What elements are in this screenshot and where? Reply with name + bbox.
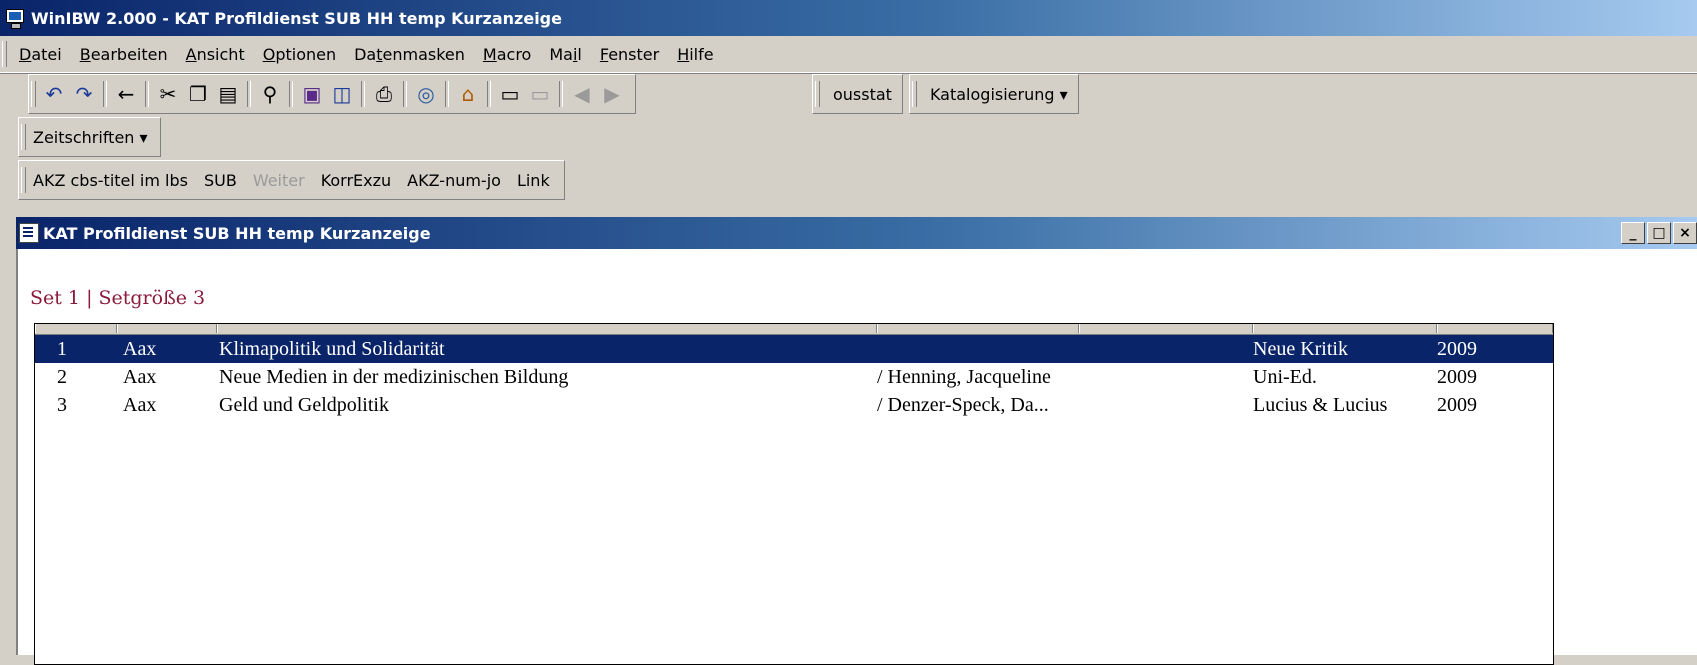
cut-icon[interactable]: ✂ bbox=[153, 79, 183, 109]
toolbar-separator bbox=[487, 81, 491, 107]
main-toolbar-row: ↶ ↷ ← ✂ ❐ ▤ ⚲ ▣ ◫ ⎙ ◎ ⌂ ▭ ▭ ◀ ▶ ousstat … bbox=[0, 74, 1697, 114]
sub-button[interactable]: SUB bbox=[196, 161, 245, 199]
window-controls: _ □ × bbox=[1619, 222, 1697, 244]
toolbar-separator bbox=[361, 81, 365, 107]
row-code: Aax bbox=[123, 394, 157, 416]
app-title: WinIBW 2.000 - KAT Profildienst SUB HH t… bbox=[31, 8, 562, 28]
row-year: 2009 bbox=[1437, 338, 1477, 360]
arrow-right-icon[interactable]: ▶ bbox=[597, 79, 627, 109]
paste-icon[interactable]: ▤ bbox=[213, 79, 243, 109]
weiter-button[interactable]: Weiter bbox=[245, 161, 313, 199]
toolbar-separator bbox=[403, 81, 407, 107]
set-info: Set 1 | Setgröße 3 bbox=[30, 287, 206, 309]
menubar-grip[interactable] bbox=[2, 41, 7, 67]
toolbar-separator bbox=[247, 81, 251, 107]
row-title: Neue Medien in der medizinischen Bildung bbox=[219, 366, 569, 388]
undo-icon[interactable]: ↶ bbox=[39, 79, 69, 109]
menu-ansicht[interactable]: Ansicht bbox=[177, 45, 254, 64]
binoculars-icon[interactable]: ⚲ bbox=[255, 79, 285, 109]
ousstat-button[interactable]: ousstat bbox=[823, 75, 902, 113]
app-titlebar[interactable]: WinIBW 2.000 - KAT Profildienst SUB HH t… bbox=[0, 0, 1697, 36]
akz-num-jo-button[interactable]: AKZ-num-jo bbox=[399, 161, 509, 199]
menu-datenmasken[interactable]: Datenmasken bbox=[345, 45, 474, 64]
row-number: 3 bbox=[57, 394, 67, 416]
row-author: / Denzer-Speck, Da... bbox=[877, 394, 1049, 416]
book-icon[interactable]: ▣ bbox=[297, 79, 327, 109]
row-author: / Henning, Jacqueline bbox=[877, 366, 1051, 388]
toolbar-grip[interactable] bbox=[31, 81, 36, 107]
child-window-title: KAT Profildienst SUB HH temp Kurzanzeige bbox=[43, 223, 431, 243]
minimize-icon[interactable]: _ bbox=[1621, 222, 1645, 244]
akz-cbs-titel-button[interactable]: AKZ cbs-titel im lbs bbox=[29, 161, 196, 199]
toolbar-separator bbox=[289, 81, 293, 107]
column-header[interactable] bbox=[1253, 324, 1437, 333]
child-window-titlebar[interactable]: KAT Profildienst SUB HH temp Kurzanzeige… bbox=[16, 217, 1697, 249]
redo-icon[interactable]: ↷ bbox=[69, 79, 99, 109]
arrow-left-icon[interactable]: ◀ bbox=[567, 79, 597, 109]
form-disabled-icon[interactable]: ▭ bbox=[525, 79, 555, 109]
toolbar-grip[interactable] bbox=[21, 167, 26, 193]
row-number: 2 bbox=[57, 366, 67, 388]
menu-mail[interactable]: Mail bbox=[540, 45, 591, 64]
column-header[interactable] bbox=[1437, 324, 1553, 333]
close-icon[interactable]: × bbox=[1673, 222, 1697, 244]
toolbar-grip[interactable] bbox=[21, 124, 26, 150]
row-publisher: Uni-Ed. bbox=[1253, 366, 1317, 388]
form-icon[interactable]: ▭ bbox=[495, 79, 525, 109]
menu-hilfe[interactable]: Hilfe bbox=[668, 45, 722, 64]
row-year: 2009 bbox=[1437, 394, 1477, 416]
table-row[interactable]: 1 Aax Klimapolitik und Solidarität Neue … bbox=[35, 335, 1553, 363]
menu-optionen[interactable]: Optionen bbox=[254, 45, 345, 64]
katalogisierung-dropdown[interactable]: Katalogisierung ▾ bbox=[920, 75, 1078, 113]
toolbar-separator bbox=[559, 81, 563, 107]
row-title: Klimapolitik und Solidarität bbox=[219, 338, 445, 360]
row-number: 1 bbox=[57, 338, 67, 360]
menu-bearbeiten[interactable]: Bearbeiten bbox=[71, 45, 177, 64]
toolbar-separator bbox=[445, 81, 449, 107]
zeitschriften-toolbar-row: Zeitschriften ▾ bbox=[0, 117, 1697, 157]
row-publisher: Lucius & Lucius bbox=[1253, 394, 1388, 416]
list-header bbox=[35, 324, 1553, 335]
maximize-icon[interactable]: □ bbox=[1647, 222, 1671, 244]
toolbar-separator bbox=[145, 81, 149, 107]
result-list[interactable]: 1 Aax Klimapolitik und Solidarität Neue … bbox=[34, 323, 1554, 665]
column-header[interactable] bbox=[877, 324, 1079, 333]
printer-icon[interactable]: ⎙ bbox=[369, 79, 399, 109]
column-header[interactable] bbox=[117, 324, 217, 333]
menu-macro[interactable]: Macro bbox=[474, 45, 540, 64]
row-code: Aax bbox=[123, 366, 157, 388]
row-title: Geld und Geldpolitik bbox=[219, 394, 389, 416]
document-icon bbox=[19, 223, 39, 243]
row-publisher: Neue Kritik bbox=[1253, 338, 1348, 360]
menu-fenster[interactable]: Fenster bbox=[591, 45, 668, 64]
ousstat-toolbar: ousstat bbox=[812, 74, 903, 114]
copy-icon[interactable]: ❐ bbox=[183, 79, 213, 109]
main-toolbar: ↶ ↷ ← ✂ ❐ ▤ ⚲ ▣ ◫ ⎙ ◎ ⌂ ▭ ▭ ◀ ▶ bbox=[28, 74, 636, 114]
back-arrow-icon[interactable]: ← bbox=[111, 79, 141, 109]
toolbar-grip[interactable] bbox=[815, 81, 820, 107]
katalogisierung-toolbar: Katalogisierung ▾ bbox=[908, 74, 1079, 114]
monitor-icon bbox=[5, 8, 25, 29]
macro-toolbar: AKZ cbs-titel im lbs SUB Weiter KorrExzu… bbox=[18, 160, 565, 200]
menubar: Datei Bearbeiten Ansicht Optionen Datenm… bbox=[0, 36, 1697, 73]
macro-toolbar-row: AKZ cbs-titel im lbs SUB Weiter KorrExzu… bbox=[0, 160, 1697, 200]
home-icon[interactable]: ⌂ bbox=[453, 79, 483, 109]
table-row[interactable]: 3 Aax Geld und Geldpolitik / Denzer-Spec… bbox=[35, 391, 1553, 419]
column-header[interactable] bbox=[1079, 324, 1253, 333]
globe-search-icon[interactable]: ◎ bbox=[411, 79, 441, 109]
menu-datei[interactable]: Datei bbox=[10, 45, 71, 64]
table-row[interactable]: 2 Aax Neue Medien in der medizinischen B… bbox=[35, 363, 1553, 391]
column-header[interactable] bbox=[35, 324, 117, 333]
child-window-client: Set 1 | Setgröße 3 1 Aax Klimapolitik un… bbox=[16, 249, 1697, 665]
toolbar-separator bbox=[103, 81, 107, 107]
korrexzu-button[interactable]: KorrExzu bbox=[313, 161, 399, 199]
column-header[interactable] bbox=[217, 324, 877, 333]
link-button[interactable]: Link bbox=[509, 161, 564, 199]
split-view-icon[interactable]: ◫ bbox=[327, 79, 357, 109]
zeitschriften-toolbar: Zeitschriften ▾ bbox=[18, 117, 161, 157]
row-year: 2009 bbox=[1437, 366, 1477, 388]
row-code: Aax bbox=[123, 338, 157, 360]
zeitschriften-dropdown[interactable]: Zeitschriften ▾ bbox=[29, 118, 160, 156]
toolbar-grip[interactable] bbox=[911, 81, 917, 107]
